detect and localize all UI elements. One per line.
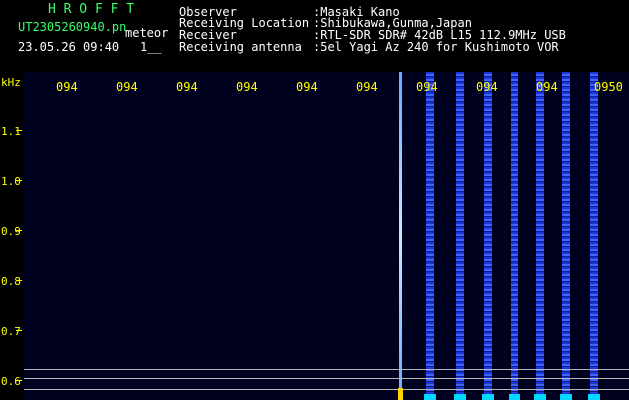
signal-base [534, 394, 546, 400]
signal-base [588, 394, 600, 400]
spectrogram-plot [24, 72, 629, 400]
y-tick [16, 280, 22, 281]
signal-base [454, 394, 466, 400]
app-title: H R O F F T [48, 2, 135, 17]
antenna-label: Receiving antenna [179, 40, 302, 54]
file-name: UT2305260940.pn [18, 20, 127, 34]
y-tick [16, 380, 22, 381]
y-tick-label: 0.7 [1, 325, 21, 338]
signal-stripe [536, 72, 544, 400]
signal-stripe [590, 72, 598, 400]
mode-label: meteor [125, 26, 169, 40]
signal-stripe-vor [399, 72, 402, 400]
time-label: 0950 [594, 80, 623, 94]
y-tick-label: 0.6 [1, 375, 21, 388]
y-tick-label: 0.9 [1, 225, 21, 238]
time-label: 094 [416, 80, 438, 94]
reference-line [24, 369, 629, 370]
signal-base [482, 394, 494, 400]
signal-stripe [484, 72, 492, 400]
antenna-value: :5el Yagi Az 240 for Kushimoto VOR [313, 40, 559, 54]
time-label: 094 [56, 80, 78, 94]
reference-line [24, 378, 629, 379]
time-label: 094 [116, 80, 138, 94]
y-tick [16, 130, 22, 131]
y-tick-label: 0.8 [1, 275, 21, 288]
signal-base [509, 394, 520, 400]
time-label: 094 [176, 80, 198, 94]
y-tick [16, 230, 22, 231]
y-tick [16, 330, 22, 331]
time-label: 094 [236, 80, 258, 94]
signal-stripe [456, 72, 464, 400]
reference-line [24, 389, 629, 390]
time-label: 094 [476, 80, 498, 94]
signal-peak-marker [398, 388, 403, 400]
y-tick [16, 180, 22, 181]
signal-base [424, 394, 436, 400]
signal-stripe [426, 72, 434, 400]
header-panel: H R O F F T UT2305260940.pn meteor 23.05… [0, 0, 629, 72]
time-label: 094 [296, 80, 318, 94]
y-tick-label: 1.0 [1, 175, 21, 188]
signal-base [560, 394, 572, 400]
counter: 1__ [140, 40, 162, 54]
y-axis: kHz 1.1 1.0 0.9 0.8 0.7 0.6 [0, 72, 24, 400]
y-tick-label: 1.1 [1, 125, 21, 138]
y-axis-unit: kHz [1, 76, 21, 89]
time-label: 094 [536, 80, 558, 94]
timestamp: 23.05.26 09:40 [18, 40, 120, 54]
signal-stripe [511, 72, 518, 400]
time-label: 094 [356, 80, 378, 94]
signal-stripe [562, 72, 570, 400]
